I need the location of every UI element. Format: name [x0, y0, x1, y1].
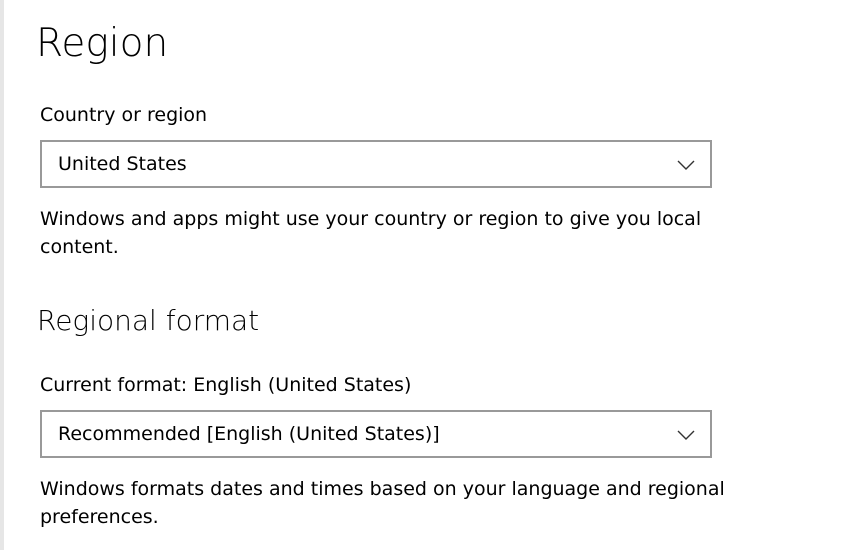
regional-format-selected-value: Recommended [English (United States)] [58, 423, 440, 445]
country-region-description: Windows and apps might use your country … [40, 208, 702, 258]
region-settings-page: Region Country or region United States W… [0, 0, 851, 550]
chevron-down-icon [677, 430, 695, 440]
chevron-down-icon [677, 160, 695, 170]
country-region-selected-value: United States [58, 153, 187, 175]
regional-format-dropdown[interactable]: Recommended [English (United States)] [40, 410, 712, 458]
country-region-dropdown[interactable]: United States [40, 140, 712, 188]
navigation-pane-edge [0, 0, 4, 550]
regional-format-description: Windows formats dates and times based on… [40, 478, 725, 528]
current-format-label: Current format: English (United States) [40, 374, 412, 396]
regional-format-heading: Regional format [37, 304, 260, 337]
country-region-label: Country or region [40, 104, 208, 126]
page-title: Region [36, 21, 169, 66]
